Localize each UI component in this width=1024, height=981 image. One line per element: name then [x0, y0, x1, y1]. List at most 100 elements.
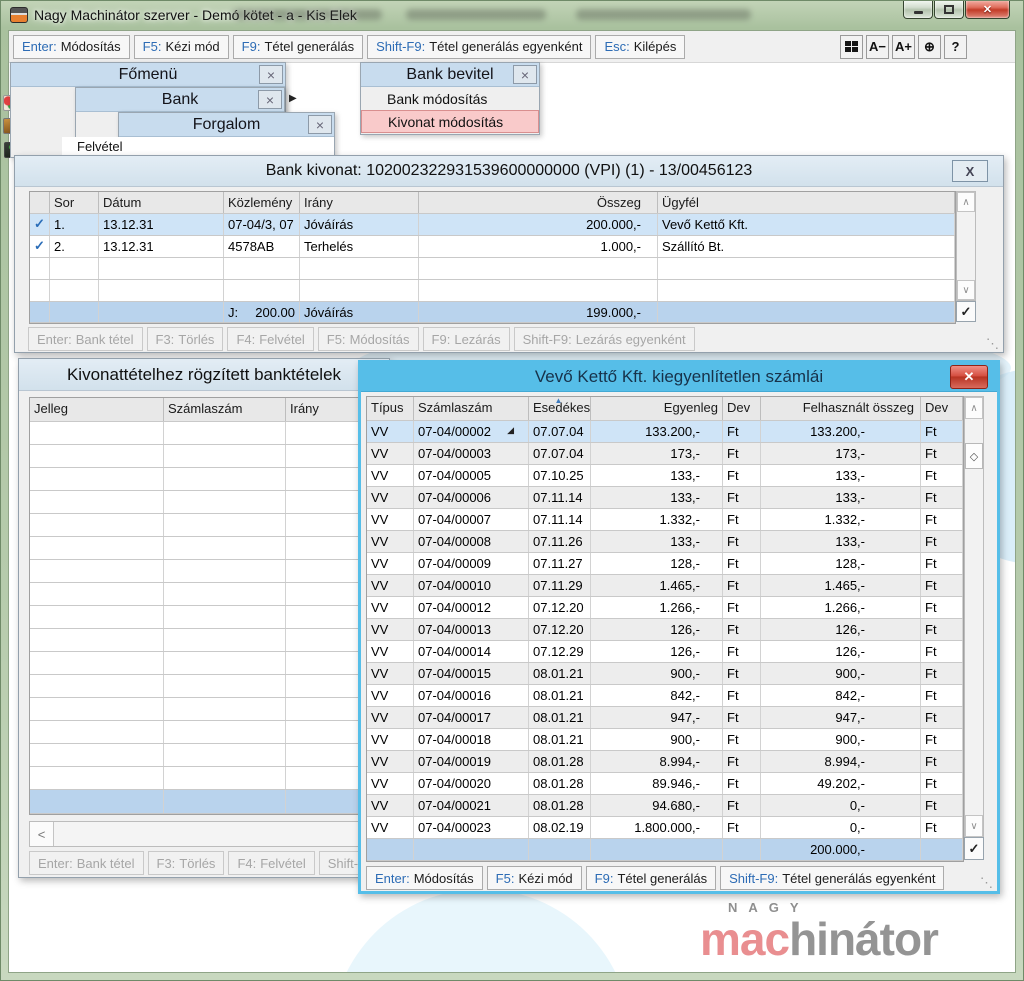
szamlak-row[interactable]: VV07-04/0002108.01.2894.680,-Ft0,-Ft: [367, 795, 963, 817]
bank-kivonat-row[interactable]: [30, 258, 955, 280]
button-shift-f9[interactable]: Shift-F9:Tétel generálás egyenként: [367, 35, 591, 59]
scrollbar-thumb[interactable]: [965, 443, 983, 469]
banktetelek-row[interactable]: [30, 652, 382, 675]
szamlak-row[interactable]: VV07-04/0002008.01.2889.946,-Ft49.202,-F…: [367, 773, 963, 795]
banktetelek-row[interactable]: [30, 629, 382, 652]
fomenu-titlebar[interactable]: Főmenü: [11, 63, 285, 87]
menu-item-kivonat-modositas[interactable]: Kivonat módosítás: [361, 110, 539, 133]
banktetelek-row[interactable]: [30, 560, 382, 583]
szamlak-row[interactable]: VV07-04/0001407.12.29126,-Ft126,-Ft: [367, 641, 963, 663]
szamlak-row[interactable]: VV07-04/0002308.02.191.800.000,-Ft0,-Ft: [367, 817, 963, 839]
banktetelek-row[interactable]: [30, 583, 382, 606]
szamlak-close-button[interactable]: [950, 365, 988, 389]
banktetelek-row[interactable]: [30, 491, 382, 514]
szamlak-row[interactable]: VV07-04/0000607.11.14133,-Ft133,-Ft: [367, 487, 963, 509]
scroll-left-button[interactable]: [30, 822, 54, 846]
banktetelek-row[interactable]: [30, 537, 382, 560]
help-button[interactable]: ?: [944, 35, 967, 59]
menu-item-felvetel[interactable]: Felvétel: [62, 137, 334, 156]
button-enter[interactable]: Enter:Módosítás: [366, 866, 483, 890]
szamlak-row[interactable]: VV07-04/0001908.01.288.994,-Ft8.994,-Ft: [367, 751, 963, 773]
bank-kivonat-scrollbar[interactable]: [956, 191, 976, 301]
column-header[interactable]: Számlaszám: [414, 397, 529, 420]
column-header: [30, 192, 50, 213]
szamlak-scrollbar[interactable]: [964, 396, 984, 860]
bank-kivonat-confirm-button[interactable]: [956, 301, 976, 322]
szamlak-row[interactable]: VV07-04/0000307.07.04173,-Ft173,-Ft: [367, 443, 963, 465]
bank-close-button[interactable]: [258, 90, 282, 109]
minimize-button[interactable]: [903, 0, 933, 19]
scroll-up-button[interactable]: [957, 192, 975, 212]
bank-kivonat-row[interactable]: [30, 280, 955, 302]
szamlak-row[interactable]: VV07-04/0001708.01.21947,-Ft947,-Ft: [367, 707, 963, 729]
szamlak-row[interactable]: VV07-04/0001608.01.21842,-Ft842,-Ft: [367, 685, 963, 707]
bank-kivonat-close-button[interactable]: [952, 160, 988, 182]
scroll-down-button[interactable]: [957, 280, 975, 300]
button-f9[interactable]: F9:Tétel generálás: [233, 35, 363, 59]
maximize-button[interactable]: [934, 0, 964, 19]
szamlak-titlebar[interactable]: Vevő Kettő Kft. kiegyenlítetlen számlái: [361, 363, 997, 392]
szamlak-confirm-button[interactable]: [964, 837, 984, 860]
banktetelek-row[interactable]: [30, 675, 382, 698]
szamlak-row[interactable]: VV07-04/0000807.11.26133,-Ft133,-Ft: [367, 531, 963, 553]
banktetelek-row[interactable]: [30, 698, 382, 721]
tile-windows-button[interactable]: [840, 35, 863, 59]
banktetelek-cell: [164, 560, 286, 582]
bank-kivonat-row[interactable]: ✓1.13.12.3107-04/3, 07Jóváírás200.000,-V…: [30, 214, 955, 236]
close-button[interactable]: [965, 0, 1010, 19]
column-header[interactable]: Felhasznált összeg: [761, 397, 921, 420]
resize-grip[interactable]: [986, 338, 999, 350]
bank-bevitel-titlebar[interactable]: Bank bevitel: [361, 63, 539, 87]
banktetelek-row[interactable]: [30, 445, 382, 468]
banktetelek-row[interactable]: [30, 767, 382, 790]
column-header[interactable]: Egyenleg: [591, 397, 723, 420]
banktetelek-row[interactable]: [30, 422, 382, 445]
column-header[interactable]: Dev: [921, 397, 963, 420]
szamlak-row[interactable]: VV07-04/0000207.07.04133.200,-Ft133.200,…: [367, 421, 963, 443]
button-esc[interactable]: Esc:Kilépés: [595, 35, 685, 59]
titlebar[interactable]: Nagy Machinátor szerver - Demó kötet - a…: [0, 0, 1024, 30]
banktetelek-row[interactable]: [30, 514, 382, 537]
banktetelek-hscrollbar[interactable]: [29, 821, 383, 847]
bank-kivonat-row[interactable]: ✓2.13.12.314578ABTerhelés1.000,-Szállító…: [30, 236, 955, 258]
column-header[interactable]: Dev: [723, 397, 761, 420]
szamlak-row[interactable]: VV07-04/0000907.11.27128,-Ft128,-Ft: [367, 553, 963, 575]
resize-grip[interactable]: [980, 877, 993, 889]
banktetelek-row[interactable]: [30, 744, 382, 767]
column-header: Ügyfél: [658, 192, 955, 213]
scroll-down-button[interactable]: [965, 815, 983, 837]
button-label: Tétel generálás: [264, 39, 354, 54]
button-f5[interactable]: F5:Kézi mód: [134, 35, 229, 59]
bank-kivonat-summary-row: J:200.00Jóváírás199.000,-: [30, 302, 955, 323]
font-increase-button[interactable]: A+: [892, 35, 915, 59]
szamlak-row[interactable]: VV07-04/0001508.01.21900,-Ft900,-Ft: [367, 663, 963, 685]
bank-kivonat-titlebar[interactable]: Bank kivonat: 102002322931539600000000 (…: [15, 156, 1003, 187]
button-f9[interactable]: F9:Tétel generálás: [586, 866, 716, 890]
szamlak-row[interactable]: VV07-04/0001307.12.20126,-Ft126,-Ft: [367, 619, 963, 641]
button-enter[interactable]: Enter:Módosítás: [13, 35, 130, 59]
banktetelek-buttons: Enter:Bank tételF3:TörlésF4:FelvételShif…: [29, 851, 390, 875]
forgalom-close-button[interactable]: [308, 115, 332, 134]
szamlak-row[interactable]: VV07-04/0000507.10.25133,-Ft133,-Ft: [367, 465, 963, 487]
button-shift-f9[interactable]: Shift-F9:Tétel generálás egyenként: [720, 866, 944, 890]
bank-titlebar[interactable]: Bank: [76, 88, 284, 112]
szamlak-row[interactable]: VV07-04/0001207.12.201.266,-Ft1.266,-Ft: [367, 597, 963, 619]
button-f5[interactable]: F5:Kézi mód: [487, 866, 582, 890]
szamlak-cell: 1.465,-: [761, 575, 921, 596]
szamlak-row[interactable]: VV07-04/0001007.11.291.465,-Ft1.465,-Ft: [367, 575, 963, 597]
banktetelek-row[interactable]: [30, 468, 382, 491]
forgalom-titlebar[interactable]: Forgalom: [119, 113, 334, 137]
column-header[interactable]: Esedékes: [529, 397, 591, 420]
scroll-up-button[interactable]: [965, 397, 983, 419]
menu-item-bank-modositas[interactable]: Bank módosítás: [361, 87, 539, 110]
crosshair-button[interactable]: ⊕: [918, 35, 941, 59]
banktetelek-titlebar[interactable]: Kivonattételhez rögzített banktételek: [19, 359, 389, 391]
fomenu-close-button[interactable]: [259, 65, 283, 84]
font-decrease-button[interactable]: A−: [866, 35, 889, 59]
bank-bevitel-close-button[interactable]: [513, 65, 537, 84]
column-header[interactable]: Típus: [367, 397, 414, 420]
szamlak-row[interactable]: VV07-04/0000707.11.141.332,-Ft1.332,-Ft: [367, 509, 963, 531]
banktetelek-row[interactable]: [30, 606, 382, 629]
szamlak-row[interactable]: VV07-04/0001808.01.21900,-Ft900,-Ft: [367, 729, 963, 751]
banktetelek-row[interactable]: [30, 721, 382, 744]
